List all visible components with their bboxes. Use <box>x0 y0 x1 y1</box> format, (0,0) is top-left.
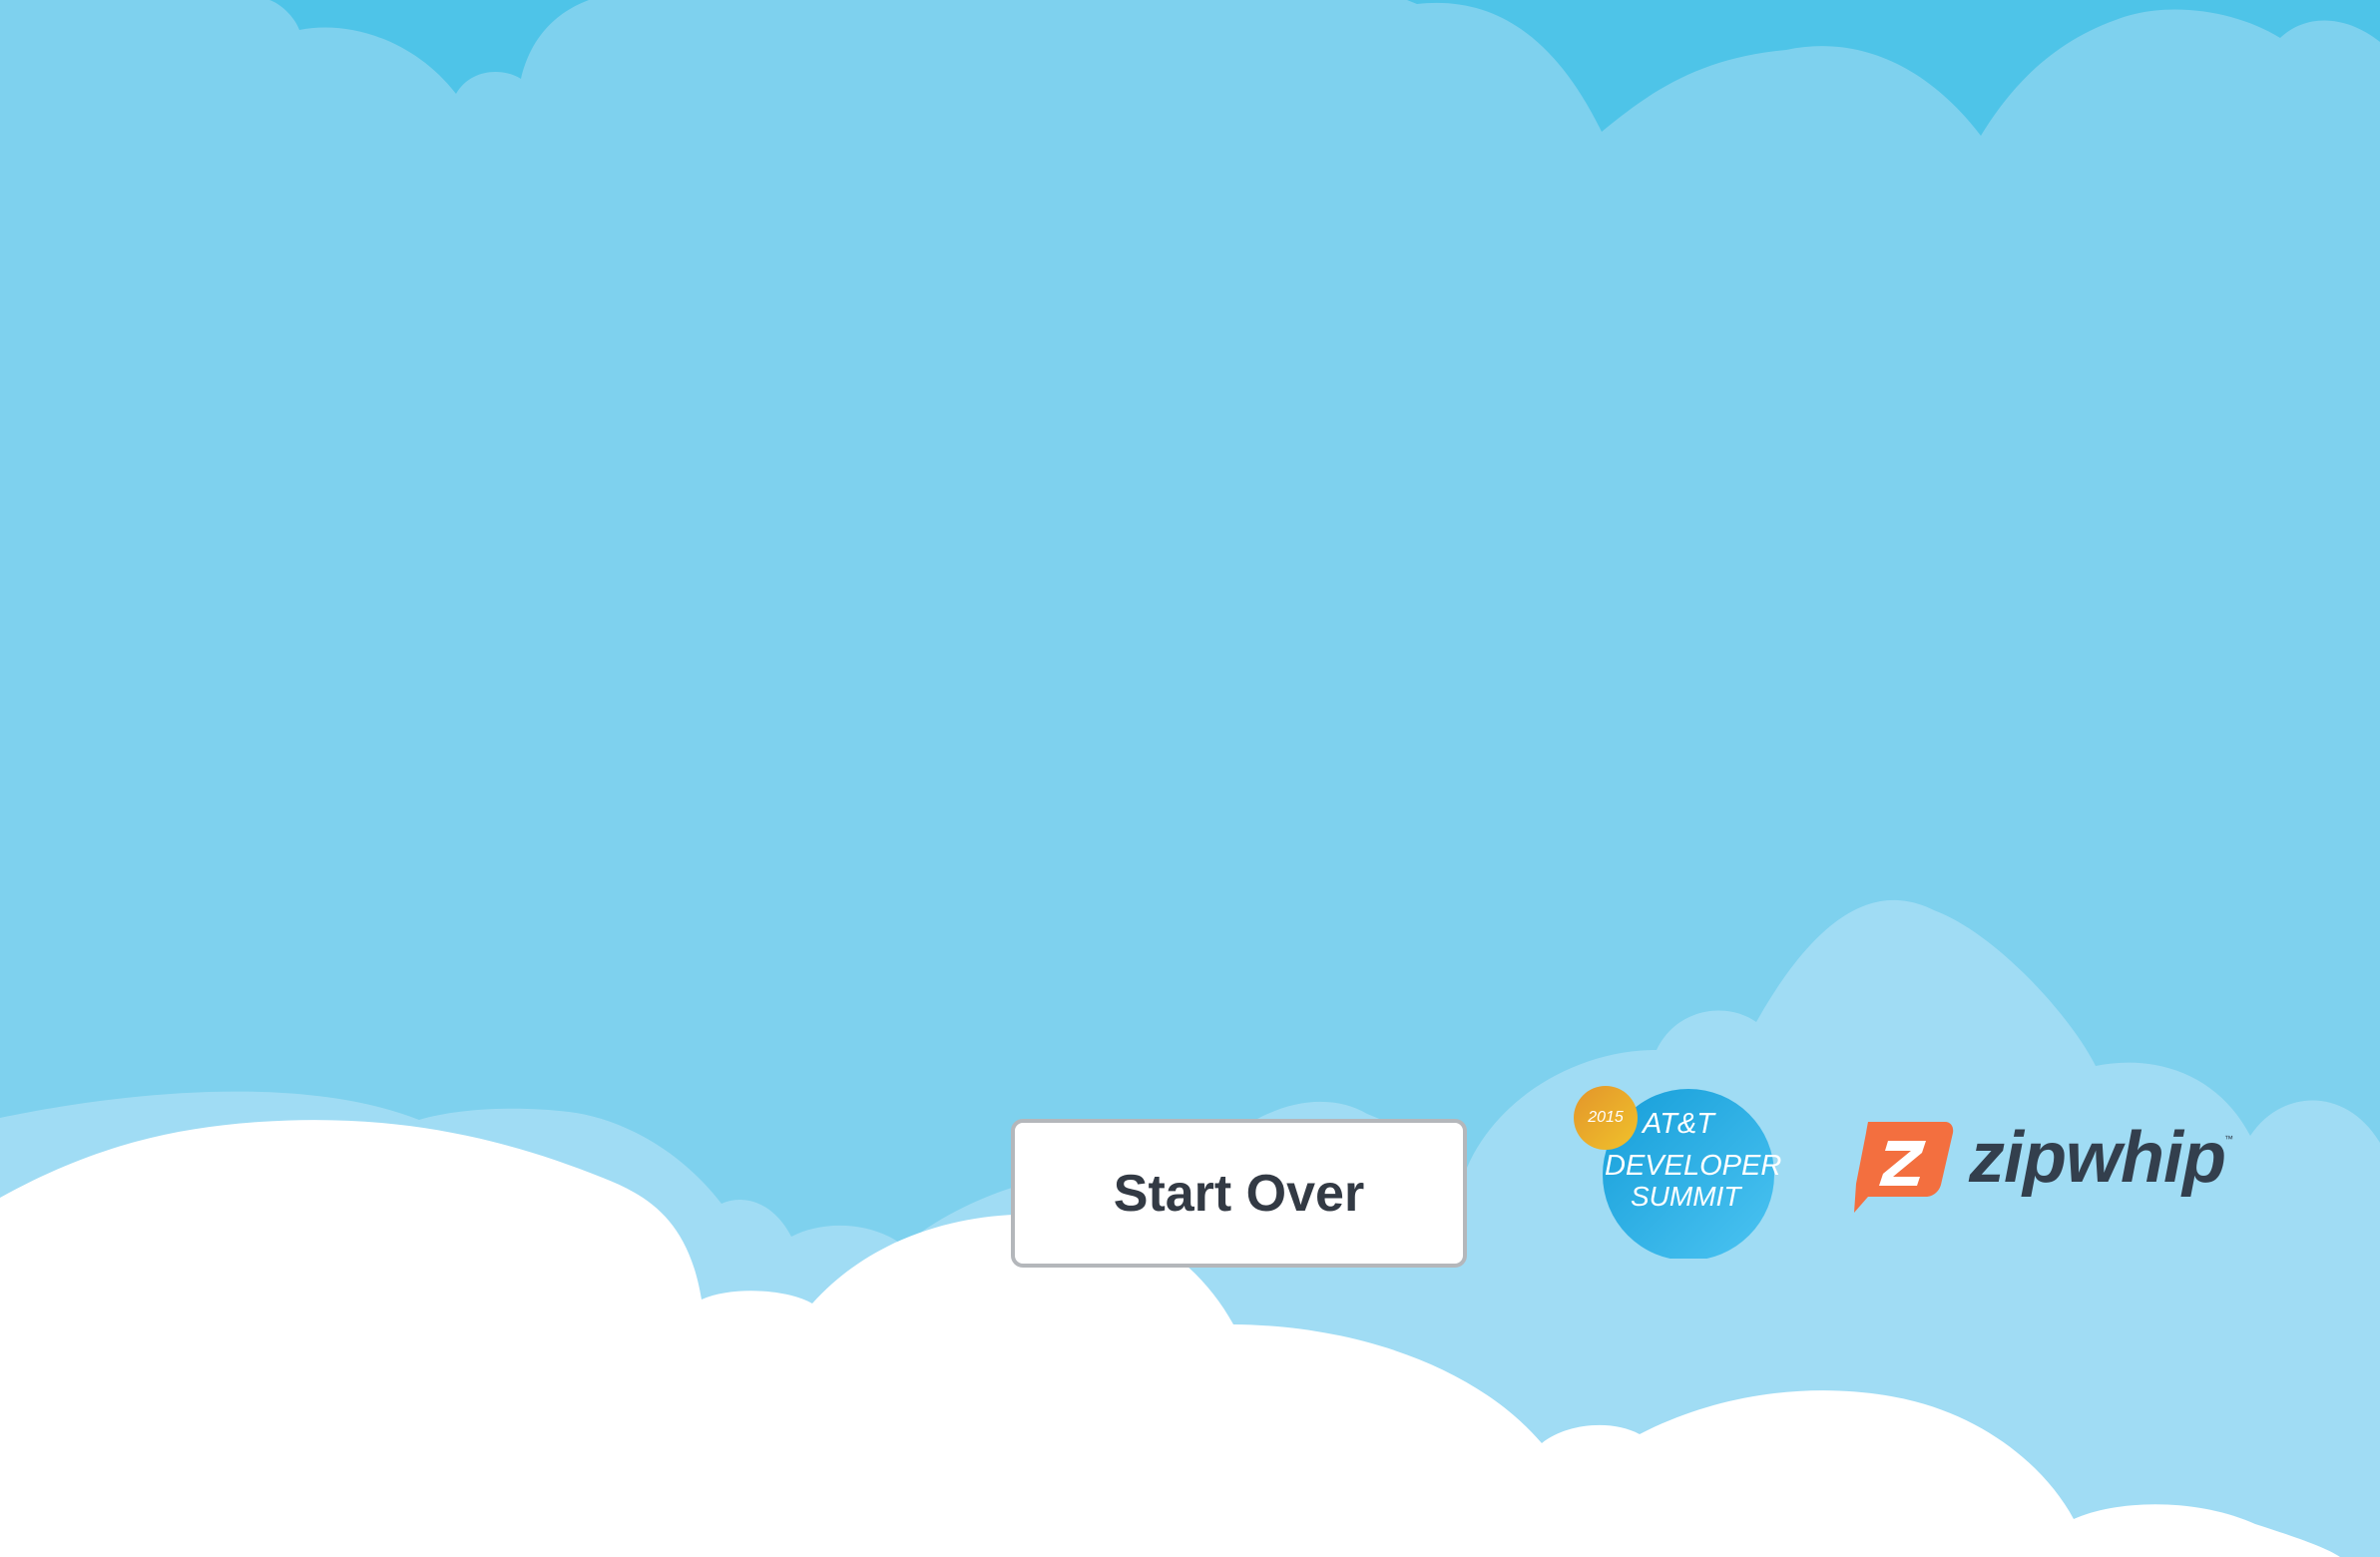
zipwhip-z-speech-bubble-icon <box>1854 1122 1954 1213</box>
att-developer: DEVELOPER <box>1605 1150 1781 1182</box>
att-year: 2015 <box>1587 1109 1624 1126</box>
att-developer-summit-logo: 2015 AT&T DEVELOPER SUMMIT <box>1574 1086 1781 1259</box>
cloud-background <box>0 0 2380 1557</box>
att-summit: SUMMIT <box>1631 1181 1742 1212</box>
zipwhip-logo: zipwhip ™ <box>1850 1119 2237 1214</box>
zipwhip-trademark: ™ <box>2224 1134 2233 1144</box>
start-over-button[interactable]: Start Over <box>1011 1119 1467 1268</box>
att-name: AT&T <box>1641 1108 1716 1140</box>
welcome-screen: Start Over 2015 AT&T DEVELOPER SUMMIT zi… <box>0 0 2380 1557</box>
zipwhip-wordmark: zipwhip <box>1969 1118 2226 1198</box>
